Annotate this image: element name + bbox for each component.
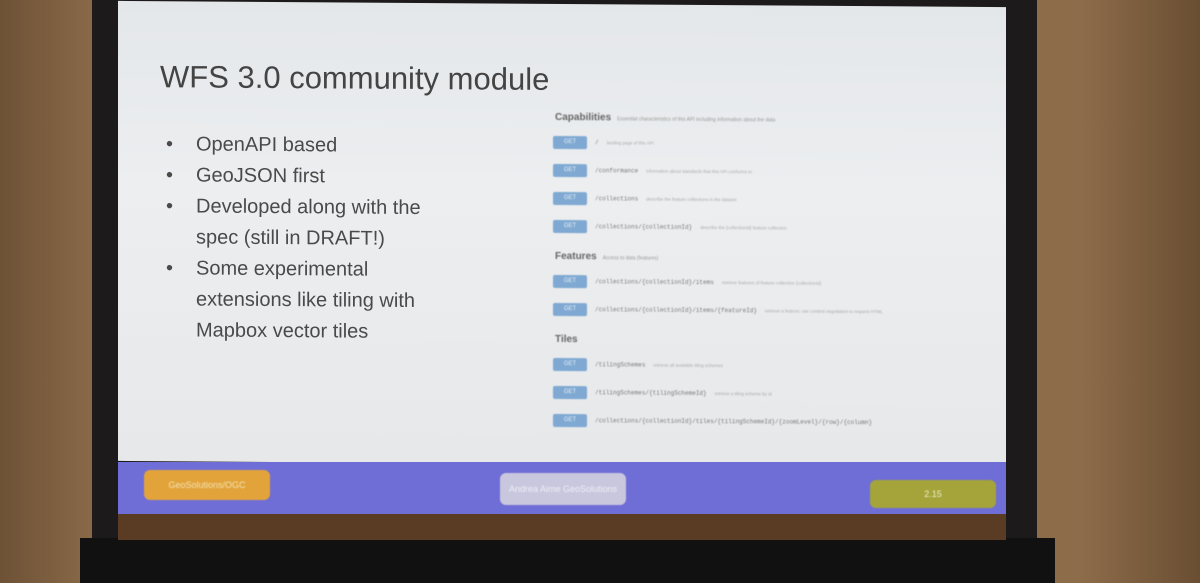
api-endpoint-row[interactable]: GET / landing page of this API <box>553 135 1003 153</box>
bullet: Developed along with the spec (still in … <box>166 191 456 255</box>
footer-page-number: 2.15 <box>870 480 996 508</box>
endpoint-path: / <box>595 139 599 147</box>
api-section-header: Tiles <box>555 334 1003 348</box>
api-endpoint-row[interactable]: GET/collections describe the feature coll… <box>553 191 1003 209</box>
endpoint-description: describe the {collectionId} feature coll… <box>700 224 787 231</box>
endpoint-path: /collections <box>595 195 639 203</box>
section-description: Essential characteristics of this API in… <box>617 116 776 124</box>
get-method-badge: GET <box>553 413 587 428</box>
api-endpoint-row[interactable]: GET/tilingSchemes/{tilingSchemeId} retrie… <box>553 385 1003 403</box>
endpoint-description: retrieve a tiling scheme by id <box>714 391 772 397</box>
api-endpoint-row[interactable]: GET/conformance information about standar… <box>553 163 1003 181</box>
api-endpoint-row[interactable]: GET/tilingSchemes retrieve all available … <box>553 357 1003 375</box>
slide: WFS 3.0 community module OpenAPI based G… <box>118 0 1006 468</box>
endpoint-description: retrieve features of feature collection … <box>721 280 822 286</box>
api-endpoint-row[interactable]: GET/collections/{collectionId}/items retr… <box>553 274 1003 292</box>
get-method-badge: GET <box>553 135 587 150</box>
section-description: Access to data (features) <box>602 255 659 262</box>
get-method-badge: GET <box>553 357 587 372</box>
endpoint-path: /conformance <box>595 167 639 175</box>
slide-footer: GeoSolutions/OGC Andrea Aime GeoSolution… <box>118 462 1006 514</box>
section-name: Tiles <box>555 333 578 346</box>
footer-author: Andrea Aime GeoSolutions <box>500 473 626 505</box>
screen-bottom-edge <box>118 514 1006 540</box>
get-method-badge: GET <box>553 385 587 400</box>
get-method-badge: GET <box>553 219 587 234</box>
get-method-badge: GET <box>553 302 587 317</box>
screen-bottom-bar <box>80 538 1055 583</box>
api-section-header: Features Access to data (features) <box>555 251 1003 265</box>
endpoint-path: /tilingSchemes/{tilingSchemeId} <box>595 389 707 398</box>
endpoint-path: /collections/{collectionId}/items/{featu… <box>595 306 758 315</box>
footer-organization: GeoSolutions/OGC <box>144 470 270 500</box>
get-method-badge: GET <box>553 191 587 206</box>
endpoint-description: retrieve all available tiling schemes <box>653 362 723 369</box>
endpoint-path: /collections/{collectionId}/tiles/{tilin… <box>595 417 873 427</box>
api-endpoint-list: Capabilities Essential characteristics of… <box>553 112 1003 448</box>
section-name: Capabilities <box>555 111 612 124</box>
slide-title: WFS 3.0 community module <box>160 59 550 97</box>
endpoint-description: describe the feature collections in the … <box>646 196 737 203</box>
endpoint-description: information about standards that this AP… <box>646 168 753 175</box>
bullet: OpenAPI based <box>166 129 456 162</box>
endpoint-path: /collections/{collectionId}/items <box>595 278 714 287</box>
endpoint-description: landing page of this API <box>606 140 654 146</box>
api-endpoint-row[interactable]: GET/collections/{collectionId} describe t… <box>553 219 1003 237</box>
api-endpoint-row[interactable]: GET/collections/{collectionId}/items/{fe… <box>553 302 1003 320</box>
bullet: GeoJSON first <box>166 160 456 193</box>
endpoint-path: /tilingSchemes <box>595 361 646 369</box>
api-section-header: Capabilities Essential characteristics of… <box>555 112 1003 126</box>
endpoint-path: /collections/{collectionId} <box>595 223 693 231</box>
get-method-badge: GET <box>553 163 587 178</box>
endpoint-description: retrieve a feature; use content negotiat… <box>765 308 883 315</box>
get-method-badge: GET <box>553 274 587 289</box>
bullet-list: OpenAPI based GeoJSON first Developed al… <box>166 129 456 348</box>
section-name: Features <box>555 250 597 263</box>
api-endpoint-row[interactable]: GET/collections/{collectionId}/tiles/{ti… <box>553 413 1003 431</box>
bullet: Some experimental extensions like tiling… <box>166 253 456 348</box>
